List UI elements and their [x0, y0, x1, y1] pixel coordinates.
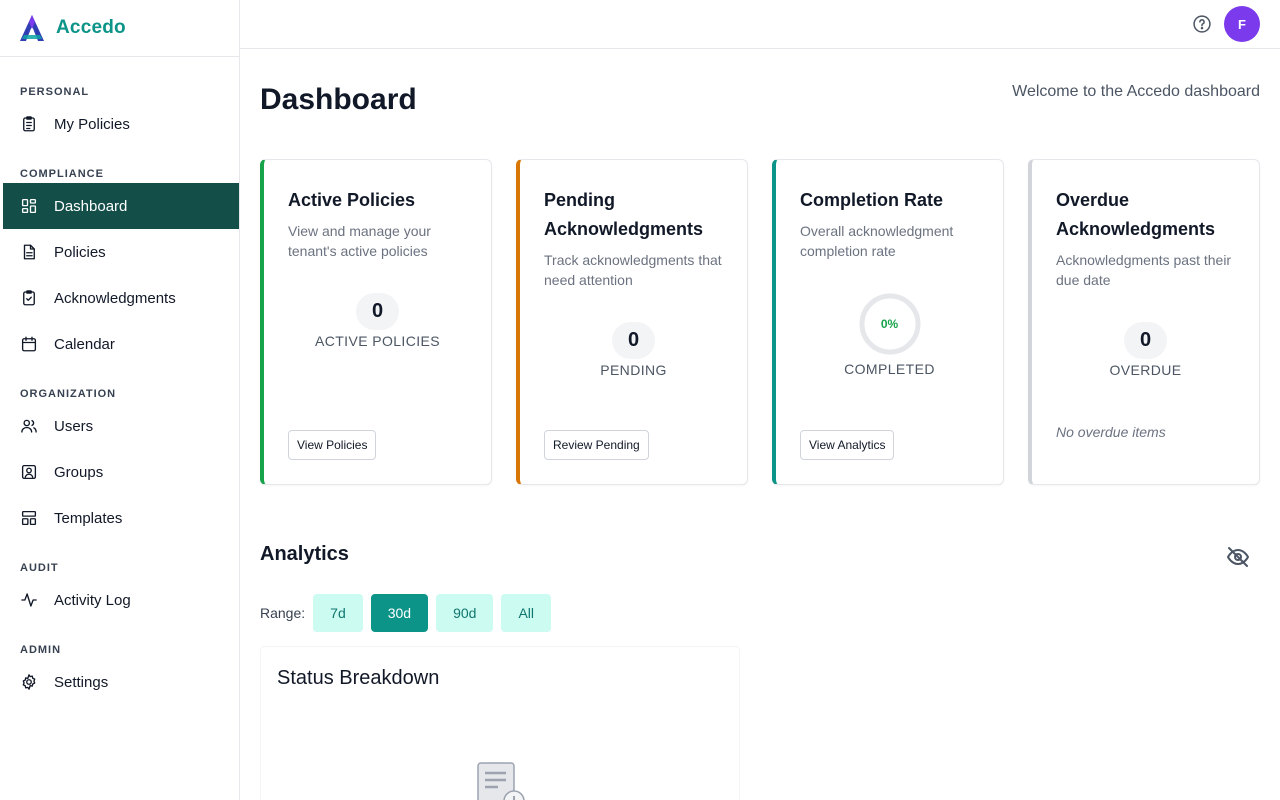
metric-label: ACTIVE POLICIES: [314, 333, 441, 349]
page-title: Dashboard: [260, 83, 417, 116]
sidebar-item-label: Policies: [54, 243, 106, 261]
analytics-header: Analytics: [260, 525, 1260, 595]
metric-label: PENDING: [600, 362, 667, 378]
card-overdue-acknowledgments: Overdue Acknowledgments Acknowledgments …: [1028, 159, 1260, 485]
range-selector: Range: 7d 30d 90d All: [260, 594, 1260, 632]
activity-icon: [20, 591, 38, 609]
document-icon: [20, 243, 38, 261]
metric-value: 0%: [880, 317, 899, 331]
users-icon: [20, 417, 38, 435]
no-overdue-note: No overdue items: [1056, 424, 1166, 440]
group-icon: [20, 463, 38, 481]
card-title: Pending Acknowledgments: [544, 190, 704, 239]
accedo-logo: [20, 15, 44, 41]
section-label-organization: ORGANIZATION: [20, 388, 117, 400]
card-description: Acknowledgments past their due date: [1056, 252, 1232, 288]
card-metric: 0 OVERDUE: [1032, 322, 1259, 378]
status-breakdown-panel: Status Breakdown: [260, 646, 740, 800]
card-completion-rate: Completion Rate Overall acknowledgment c…: [772, 159, 1004, 485]
top-bar: F: [240, 0, 1280, 49]
main-content: Dashboard Welcome to the Accedo dashboar…: [260, 49, 1260, 800]
eye-off-icon[interactable]: [1226, 545, 1250, 569]
empty-document-icon: [476, 761, 526, 800]
sidebar-item-activity-log[interactable]: Activity Log: [3, 577, 239, 623]
sidebar-item-users[interactable]: Users: [3, 403, 239, 449]
analytics-title: Analytics: [260, 543, 349, 565]
clipboard-check-icon: [20, 289, 38, 307]
range-label: Range:: [260, 605, 306, 621]
panel-title: Status Breakdown: [277, 667, 440, 689]
completion-ring: 0%: [859, 293, 921, 355]
section-label-admin: ADMIN: [20, 644, 62, 656]
card-metric: 0% COMPLETED: [776, 293, 1003, 377]
sidebar-item-settings[interactable]: Settings: [3, 659, 239, 705]
range-all-button[interactable]: All: [501, 594, 552, 632]
help-circle-icon[interactable]: [1192, 14, 1212, 34]
sidebar-item-label: Templates: [54, 509, 123, 527]
sidebar-item-label: Acknowledgments: [54, 289, 176, 307]
metric-value: 0: [356, 293, 399, 330]
sidebar-item-groups[interactable]: Groups: [3, 449, 239, 495]
card-title: Completion Rate: [800, 190, 944, 210]
card-pending-acknowledgments: Pending Acknowledgments Track acknowledg…: [516, 159, 748, 485]
metric-label: COMPLETED: [844, 361, 935, 377]
avatar[interactable]: F: [1224, 6, 1260, 42]
sidebar-item-my-policies[interactable]: My Policies: [3, 101, 239, 147]
sidebar: Accedo PERSONAL My Policies COMPLIANCE D…: [0, 0, 240, 800]
templates-icon: [20, 509, 38, 527]
page-header: Dashboard Welcome to the Accedo dashboar…: [260, 49, 1260, 159]
sidebar-item-acknowledgments[interactable]: Acknowledgments: [3, 275, 239, 321]
sidebar-item-calendar[interactable]: Calendar: [3, 321, 239, 367]
dashboard-grid-icon: [20, 197, 38, 215]
clipboard-list-icon: [20, 115, 38, 133]
sidebar-item-policies[interactable]: Policies: [3, 229, 239, 275]
card-description: Track acknowledgments that need attentio…: [544, 252, 722, 288]
sidebar-item-label: Dashboard: [54, 197, 128, 215]
sidebar-item-label: Calendar: [54, 335, 115, 353]
sidebar-item-label: My Policies: [54, 115, 130, 133]
card-description: Overall acknowledgment completion rate: [800, 223, 954, 259]
range-90d-button[interactable]: 90d: [436, 594, 494, 632]
section-label-compliance: COMPLIANCE: [20, 168, 104, 180]
card-title: Active Policies: [288, 190, 416, 210]
section-label-personal: PERSONAL: [20, 86, 90, 98]
sidebar-item-templates[interactable]: Templates: [3, 495, 239, 541]
brand[interactable]: Accedo: [0, 0, 239, 57]
card-metric: 0 ACTIVE POLICIES: [264, 293, 491, 349]
range-30d-button[interactable]: 30d: [370, 594, 429, 632]
sidebar-item-dashboard[interactable]: Dashboard: [3, 183, 239, 229]
view-analytics-button[interactable]: View Analytics: [800, 430, 895, 460]
card-description: View and manage your tenant's active pol…: [288, 223, 431, 259]
summary-cards: Active Policies View and manage your ten…: [260, 159, 1260, 485]
app-name: Accedo: [56, 17, 126, 38]
sidebar-item-label: Groups: [54, 463, 104, 481]
metric-value: 0: [1124, 322, 1167, 359]
card-metric: 0 PENDING: [520, 322, 747, 378]
view-policies-button[interactable]: View Policies: [288, 430, 377, 460]
metric-value: 0: [612, 322, 655, 359]
welcome-text: Welcome to the Accedo dashboard: [1012, 83, 1260, 100]
section-label-audit: AUDIT: [20, 562, 59, 574]
review-pending-button[interactable]: Review Pending: [544, 430, 649, 460]
sidebar-item-label: Users: [54, 417, 94, 435]
metric-label: OVERDUE: [1109, 362, 1182, 378]
card-title: Overdue Acknowledgments: [1056, 190, 1216, 239]
range-7d-button[interactable]: 7d: [313, 594, 363, 632]
gear-icon: [20, 673, 38, 691]
calendar-icon: [20, 335, 38, 353]
card-active-policies: Active Policies View and manage your ten…: [260, 159, 492, 485]
sidebar-item-label: Activity Log: [54, 591, 131, 609]
sidebar-nav: PERSONAL My Policies COMPLIANCE Dashboar…: [0, 57, 239, 705]
sidebar-item-label: Settings: [54, 673, 109, 691]
